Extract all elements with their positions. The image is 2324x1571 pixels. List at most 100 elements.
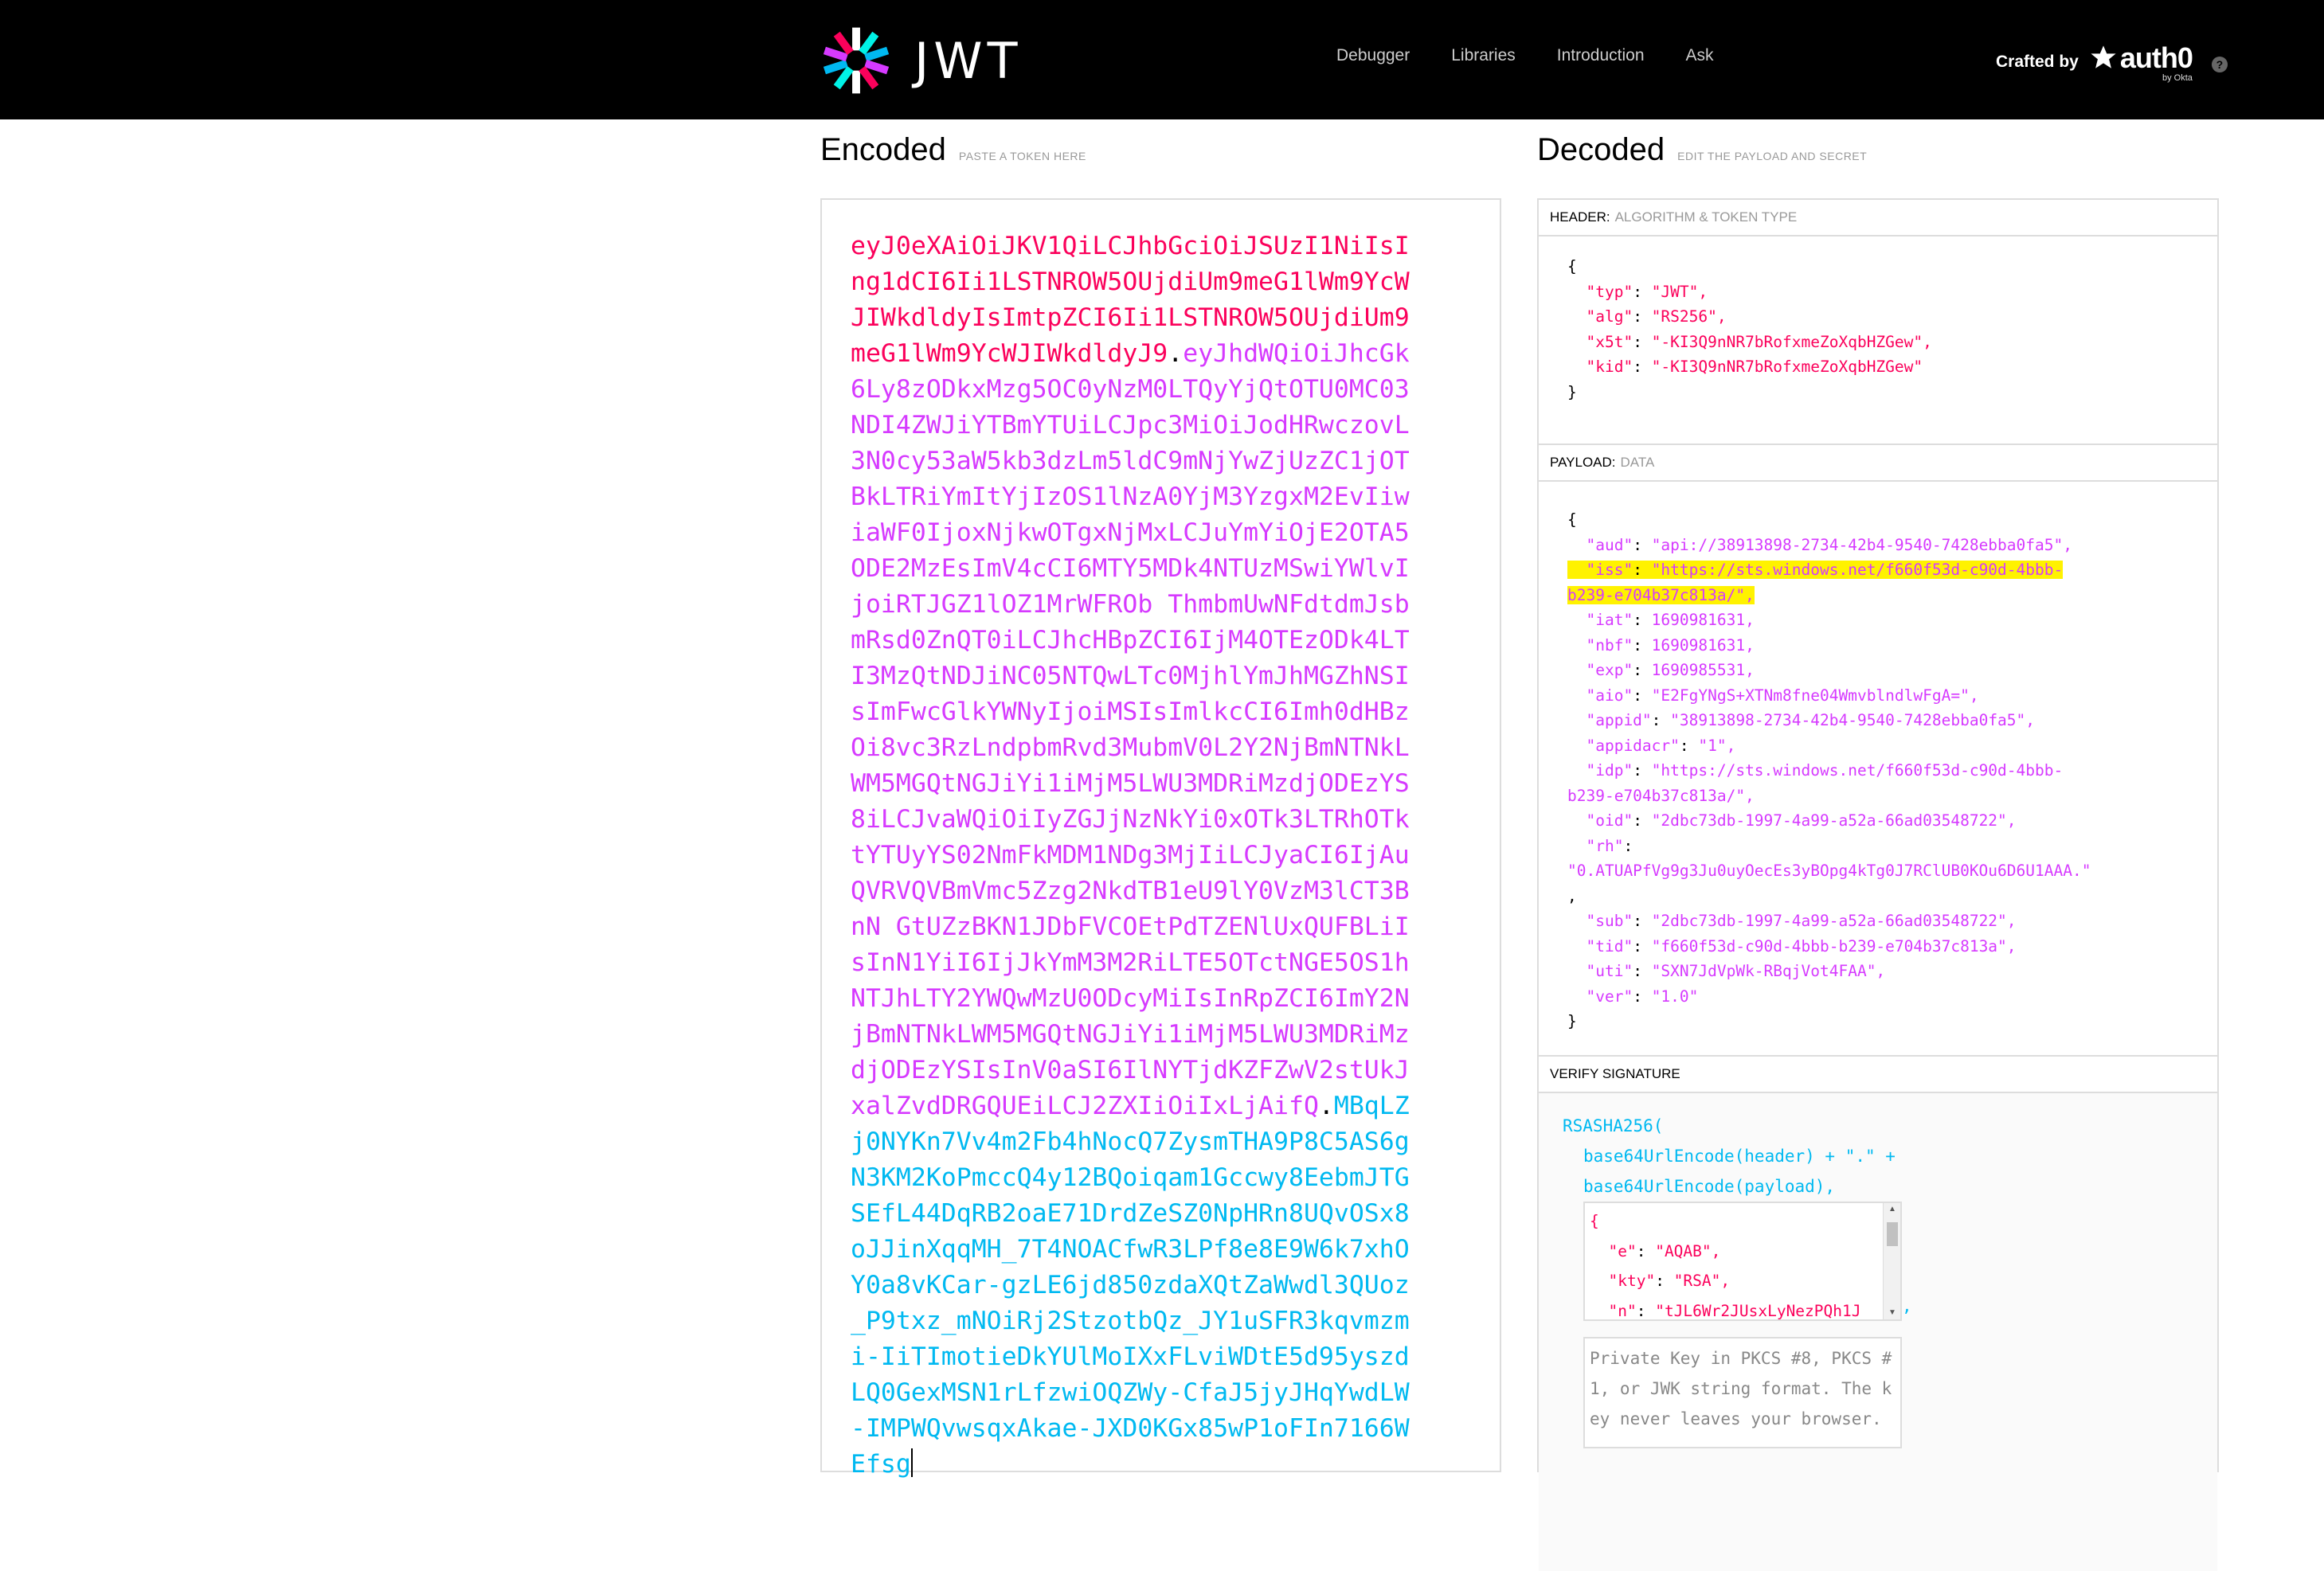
auth0-name: auth0 bbox=[2119, 41, 2193, 74]
help-icon[interactable]: ? bbox=[2211, 57, 2228, 72]
json-row: "tid": "f660f53d-c90d-4bbb-b239-e704b37c… bbox=[1567, 934, 2217, 959]
payload-json-editor[interactable]: { "aud": "api://38913898-2734-42b4-9540-… bbox=[1539, 482, 2217, 1057]
json-row: "aud": "api://38913898-2734-42b4-9540-74… bbox=[1567, 533, 2217, 558]
json-key: "kid" bbox=[1586, 358, 1633, 376]
decoded-title-row: Decoded EDIT THE PAYLOAD AND SECRET bbox=[1537, 132, 1867, 168]
encoded-token-editor[interactable]: eyJ0eXAiOiJKV1QiLCJhbGciOiJSUzI1NiIsIng1… bbox=[820, 198, 1501, 1479]
scroll-down-arrow-icon[interactable]: ▼ bbox=[1887, 1308, 1898, 1318]
json-colon: : bbox=[1633, 962, 1652, 980]
json-close-brace: } bbox=[1567, 1012, 1577, 1030]
nav-libraries[interactable]: Libraries bbox=[1451, 46, 1516, 65]
json-key: "kty" bbox=[1608, 1272, 1656, 1290]
json-key: "e" bbox=[1608, 1241, 1637, 1260]
json-row: "appidacr": "1", bbox=[1567, 733, 2217, 759]
json-value: 1690981631, bbox=[1651, 611, 1755, 629]
json-key: "x5t" bbox=[1586, 332, 1633, 351]
payload-json[interactable]: { "aud": "api://38913898-2734-42b4-9540-… bbox=[1567, 507, 2217, 1034]
json-value: "2dbc73db-1997-4a99-a52a-66ad03548722", bbox=[1651, 912, 2017, 930]
public-key-line: "e": "AQAB", bbox=[1590, 1237, 1900, 1267]
json-colon: : bbox=[1633, 912, 1652, 930]
verify-section-title: VERIFY SIGNATURE bbox=[1539, 1057, 2217, 1093]
auth0-by-okta: by Okta bbox=[2162, 73, 2193, 83]
json-value: "RSA", bbox=[1673, 1272, 1731, 1290]
nav-debugger[interactable]: Debugger bbox=[1336, 46, 1410, 65]
json-row: "oid": "2dbc73db-1997-4a99-a52a-66ad0354… bbox=[1567, 808, 2217, 834]
json-brace: { bbox=[1590, 1212, 1599, 1230]
nav-introduction[interactable]: Introduction bbox=[1557, 46, 1645, 65]
nav-ask[interactable]: Ask bbox=[1686, 46, 1714, 65]
json-row-wrap: b239-e704b37c813a/", bbox=[1567, 583, 2217, 608]
verify-signature-body: RSASHA256( base64UrlEncode(header) + "."… bbox=[1539, 1093, 2217, 1571]
json-value-continued: b239-e704b37c813a/", bbox=[1567, 585, 1755, 604]
json-key: "alg" bbox=[1586, 307, 1633, 326]
encoded-token-text[interactable]: eyJ0eXAiOiJKV1QiLCJhbGciOiJSUzI1NiIsIng1… bbox=[851, 229, 1424, 1483]
auth0-logo[interactable]: auth0 by Okta bbox=[2090, 41, 2193, 83]
highlighted-claim: b239-e704b37c813a/", bbox=[1567, 585, 1755, 604]
top-bar: JWT Debugger Libraries Introduction Ask … bbox=[0, 0, 2324, 119]
json-colon: : bbox=[1633, 611, 1652, 629]
json-open-brace: { bbox=[1567, 510, 1577, 529]
json-row: "nbf": 1690981631, bbox=[1567, 633, 2217, 658]
decoded-panel: HEADER: ALGORITHM & TOKEN TYPE { "typ": … bbox=[1537, 198, 2219, 1571]
json-key: "exp" bbox=[1586, 661, 1633, 679]
encoded-title: Encoded bbox=[820, 132, 946, 167]
json-row: "iss": "https://sts.windows.net/f660f53d… bbox=[1567, 557, 2217, 583]
json-key: "iss" bbox=[1586, 561, 1633, 579]
token-payload-part: eyJhdWQiOiJhcGk6Ly8zODkxMzg5OC0yNzM0LTQy… bbox=[851, 339, 1410, 1120]
jwt-logo-icon bbox=[823, 27, 890, 94]
public-key-line: "kty": "RSA", bbox=[1590, 1266, 1900, 1296]
json-value: "RS256", bbox=[1651, 307, 1727, 326]
encoded-title-row: Encoded PASTE A TOKEN HERE bbox=[820, 132, 1086, 168]
public-key-input[interactable]: { "e": "AQAB", "kty": "RSA", "n": "tJL6W… bbox=[1583, 1202, 1902, 1321]
verify-line-2: base64UrlEncode(header) + "." + bbox=[1583, 1147, 1896, 1166]
json-row: "idp": "https://sts.windows.net/f660f53d… bbox=[1567, 758, 2217, 784]
json-value-continued: "0.ATUAPfVg9g3Ju0uyOecEs3yBOpg4kTg0J7RCl… bbox=[1567, 862, 2091, 880]
public-key-scrollbar[interactable]: ▲ ▼ bbox=[1883, 1203, 1900, 1319]
token-dot: . bbox=[1318, 1092, 1334, 1120]
header-label: HEADER: bbox=[1550, 209, 1610, 225]
json-key: "n" bbox=[1608, 1301, 1637, 1320]
json-colon: : bbox=[1636, 1301, 1656, 1320]
scroll-thumb[interactable] bbox=[1887, 1222, 1898, 1246]
json-colon: : bbox=[1633, 661, 1652, 679]
public-key-line: { bbox=[1590, 1206, 1900, 1237]
header-json[interactable]: { "typ": "JWT", "alg": "RS256", "x5t": "… bbox=[1567, 254, 2217, 404]
json-row: "ver": "1.0" bbox=[1567, 984, 2217, 1010]
jwt-logo[interactable]: JWT bbox=[820, 24, 1043, 97]
header-json-editor[interactable]: { "typ": "JWT", "alg": "RS256", "x5t": "… bbox=[1539, 236, 2217, 445]
json-row: "typ": "JWT", bbox=[1567, 279, 2217, 305]
json-key: "aud" bbox=[1586, 535, 1633, 554]
main-nav: Debugger Libraries Introduction Ask bbox=[1336, 46, 1755, 65]
json-value: "SXN7JdVpWk-RBqjVot4FAA", bbox=[1651, 962, 1886, 980]
json-colon: : bbox=[1633, 332, 1652, 351]
public-key-line: "n": "tJL6Wr2JUsxLyNezPQh1J bbox=[1590, 1296, 1900, 1320]
payload-section-title: PAYLOAD: DATA bbox=[1539, 445, 2217, 482]
json-colon: : bbox=[1633, 561, 1652, 579]
json-row: "kid": "-KI3Q9nNR7bRofxmeZoXqbHZGew" bbox=[1567, 354, 2217, 380]
json-key: "typ" bbox=[1586, 282, 1633, 301]
json-value: "1.0" bbox=[1651, 987, 1699, 1006]
scroll-up-arrow-icon[interactable]: ▲ bbox=[1887, 1205, 1898, 1214]
json-key: "uti" bbox=[1586, 962, 1633, 980]
crafted-by: Crafted by auth0 by Okta ? bbox=[1996, 41, 2228, 83]
payload-label: PAYLOAD: bbox=[1550, 455, 1616, 470]
header-sublabel: ALGORITHM & TOKEN TYPE bbox=[1614, 209, 1798, 225]
json-value: "AQAB", bbox=[1655, 1241, 1721, 1260]
public-key-text[interactable]: { "e": "AQAB", "kty": "RSA", "n": "tJL6W… bbox=[1585, 1203, 1900, 1320]
private-key-input[interactable]: Private Key in PKCS #8, PKCS #1, or JWK … bbox=[1583, 1337, 1902, 1448]
